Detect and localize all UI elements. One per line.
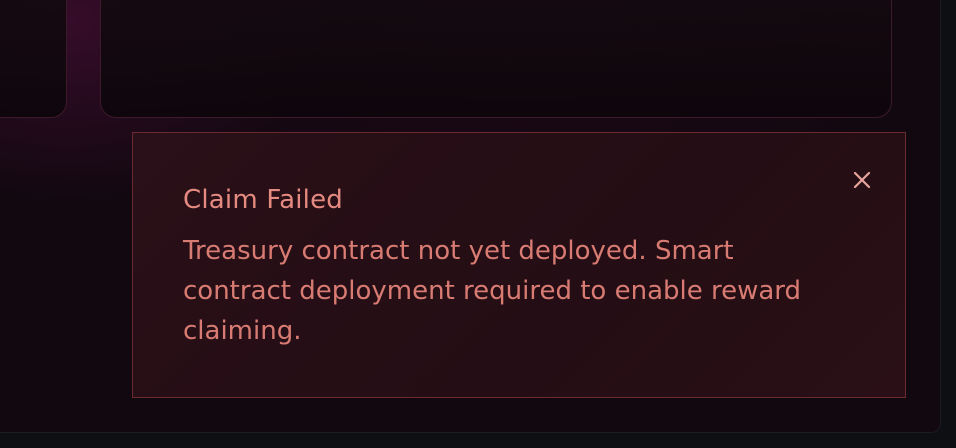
stat-card-left [0,0,67,118]
stat-card-right [100,0,892,118]
toast-message: Treasury contract not yet deployed. Smar… [183,236,802,346]
error-toast: Claim Failed Treasury contract not yet d… [132,132,906,398]
app-panel: Claim Failed Treasury contract not yet d… [0,0,941,433]
close-icon [853,171,871,189]
toast-close-button[interactable] [847,165,877,195]
toast-title: Claim Failed [183,185,343,215]
